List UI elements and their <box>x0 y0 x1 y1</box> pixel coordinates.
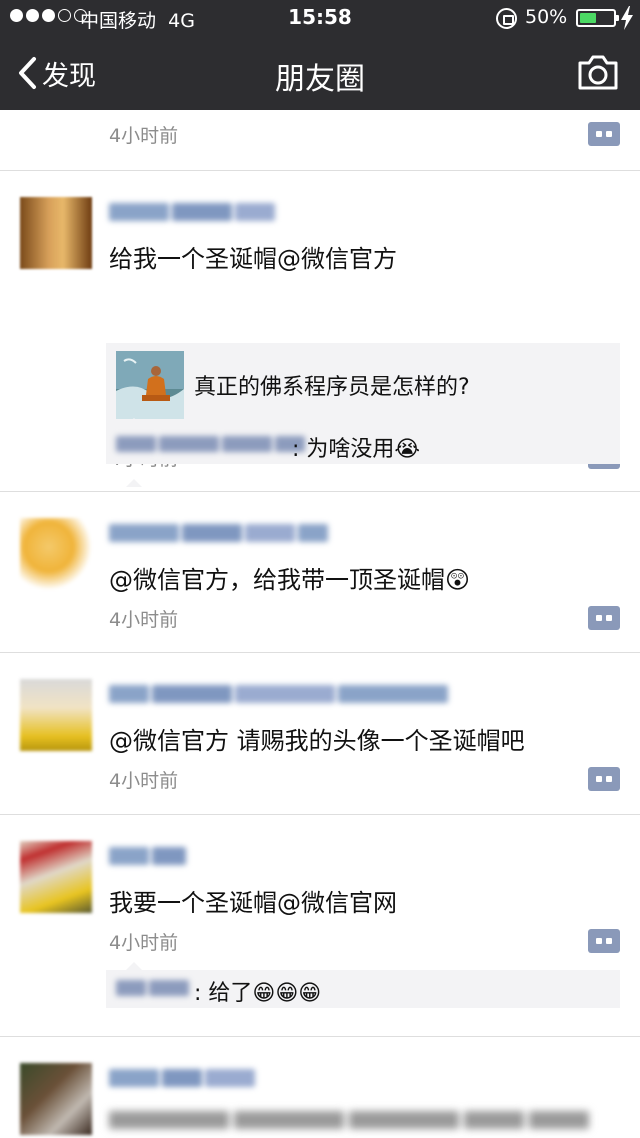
post-nickname[interactable] <box>109 685 451 713</box>
comment-body: : 为啥没用 <box>292 437 395 462</box>
crying-laughing-emoji-icon: 😭 <box>394 437 421 462</box>
rotation-lock-icon <box>496 8 517 29</box>
page-title: 朋友圈 <box>275 62 365 97</box>
comment-list: : 为啥没用😭 <box>106 418 620 464</box>
comment-action-button[interactable] <box>588 122 620 146</box>
comment-body: : 给了 <box>194 981 253 1006</box>
shared-link-thumbnail <box>116 351 184 419</box>
comment-action-button[interactable] <box>588 767 620 791</box>
post-time: 4小时前 <box>109 770 179 792</box>
post: @微信官方 请赐我的头像一个圣诞帽吧 4小时前 <box>0 653 640 815</box>
meditating-monk-image <box>116 351 184 419</box>
comment-action-button[interactable] <box>588 606 620 630</box>
avatar[interactable] <box>20 679 92 751</box>
post-nickname[interactable] <box>109 847 189 875</box>
avatar[interactable] <box>20 197 92 269</box>
shared-link-card[interactable]: 真正的佛系程序员是怎样的? <box>106 343 620 427</box>
post-text: 给我一个圣诞帽@微信官方 <box>109 245 397 273</box>
shared-link-title: 真正的佛系程序员是怎样的? <box>194 375 470 400</box>
post-text-blurred <box>109 1111 629 1138</box>
moments-feed[interactable]: 4小时前 给我一个圣诞帽@微信官方 真正的佛系程序员是怎样的?: 为啥没用😭 … <box>0 110 640 1138</box>
commenter-name[interactable] <box>116 980 192 998</box>
post-time: 4小时前 <box>109 609 179 631</box>
surprised-emoji-icon: 😲 <box>445 566 471 594</box>
post: @微信官方，给我带一顶圣诞帽😲 4小时前 <box>0 492 640 653</box>
avatar[interactable] <box>20 518 92 590</box>
post-partial: 4小时前 <box>0 110 640 171</box>
comment-list: : 给了😁😁😁 <box>106 962 620 1008</box>
post-nickname[interactable] <box>109 1069 258 1097</box>
post-nickname[interactable] <box>109 203 278 231</box>
battery-percent: 50% <box>525 6 568 28</box>
camera-icon[interactable] <box>576 53 620 91</box>
post-text: @微信官方 请赐我的头像一个圣诞帽吧 <box>109 727 525 755</box>
battery-fill <box>580 13 596 23</box>
post-text: @微信官方，给我带一顶圣诞帽😲 <box>109 560 470 595</box>
post-nickname[interactable] <box>109 524 331 552</box>
grinning-emoji-icon: 😁😁😁 <box>252 981 322 1006</box>
top-bar: 中国移动 4G 15:58 50% 发现 朋友圈 <box>0 0 640 110</box>
post-text-body: @微信官方，给我带一顶圣诞帽 <box>109 566 445 594</box>
status-bar: 中国移动 4G 15:58 50% <box>0 0 640 36</box>
battery-icon <box>576 9 619 27</box>
avatar[interactable] <box>20 841 92 913</box>
avatar[interactable] <box>20 1063 92 1135</box>
nav-bar: 发现 朋友圈 <box>0 36 640 110</box>
post-partial <box>0 1037 640 1138</box>
post-time: 4小时前 <box>109 932 179 954</box>
comment-text: : 为啥没用😭 <box>292 431 420 463</box>
commenter-name[interactable] <box>116 436 308 454</box>
charging-bolt-icon <box>621 6 633 30</box>
post-time: 4小时前 <box>109 125 179 147</box>
post-text: 我要一个圣诞帽@微信官网 <box>109 889 397 917</box>
comment-text: : 给了😁😁😁 <box>194 975 321 1007</box>
comment-action-button[interactable] <box>588 929 620 953</box>
